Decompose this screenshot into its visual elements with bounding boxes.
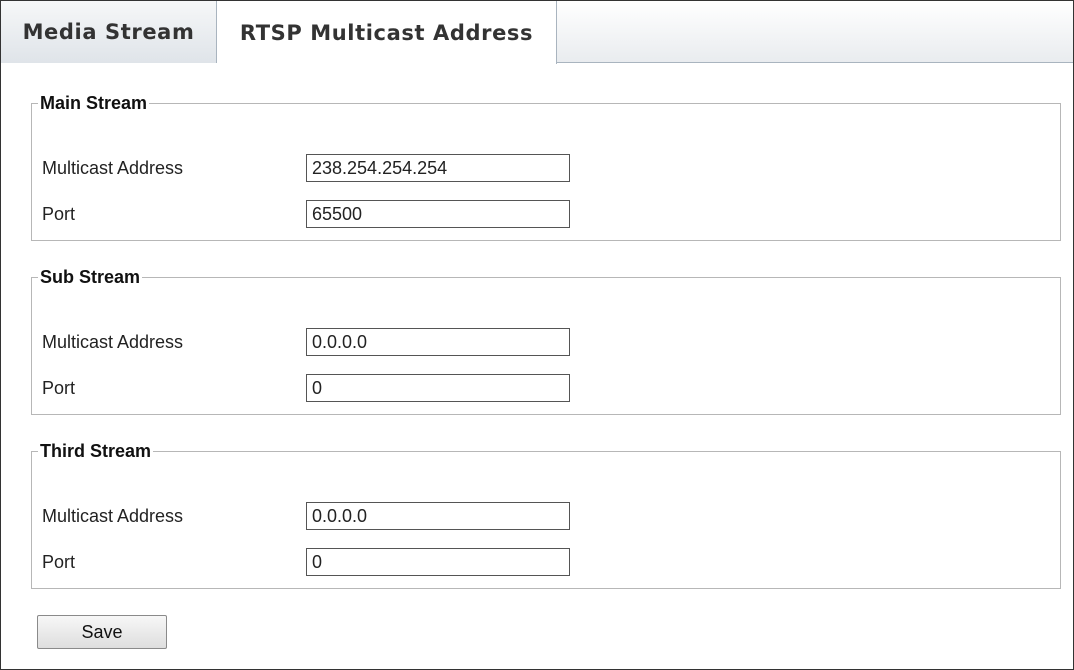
sub-stream-port-row: Port (42, 374, 1042, 402)
settings-panel: Media Stream RTSP Multicast Address Main… (0, 0, 1074, 670)
third-stream-title: Third Stream (40, 441, 152, 461)
third-stream-port-row: Port (42, 548, 1042, 576)
sub-stream-multicast-address-input[interactable] (306, 328, 570, 356)
main-stream-port-row: Port (42, 200, 1042, 228)
third-stream-group: Third Stream Multicast Address Port (31, 441, 1061, 589)
main-stream-port-label: Port (42, 204, 76, 224)
main-stream-port-input[interactable] (306, 200, 570, 228)
third-stream-multicast-row: Multicast Address (42, 502, 1042, 530)
main-stream-multicast-row: Multicast Address (42, 154, 1042, 182)
third-stream-port-label: Port (42, 552, 76, 572)
third-stream-multicast-label: Multicast Address (42, 506, 184, 526)
sub-stream-title: Sub Stream (40, 267, 141, 287)
sub-stream-multicast-label: Multicast Address (42, 332, 184, 352)
sub-stream-group: Sub Stream Multicast Address Port (31, 267, 1061, 415)
sub-stream-port-label: Port (42, 378, 76, 398)
save-button[interactable]: Save (37, 615, 167, 649)
main-stream-multicast-address-input[interactable] (306, 154, 570, 182)
main-stream-group: Main Stream Multicast Address Port (31, 93, 1061, 241)
sub-stream-multicast-row: Multicast Address (42, 328, 1042, 356)
main-stream-multicast-label: Multicast Address (42, 158, 184, 178)
tab-rtsp-multicast-address[interactable]: RTSP Multicast Address (217, 1, 557, 64)
sub-stream-port-input[interactable] (306, 374, 570, 402)
tab-bar: Media Stream RTSP Multicast Address (1, 1, 1073, 64)
tab-media-stream[interactable]: Media Stream (1, 1, 217, 63)
third-stream-multicast-address-input[interactable] (306, 502, 570, 530)
main-stream-title: Main Stream (40, 93, 148, 113)
third-stream-port-input[interactable] (306, 548, 570, 576)
